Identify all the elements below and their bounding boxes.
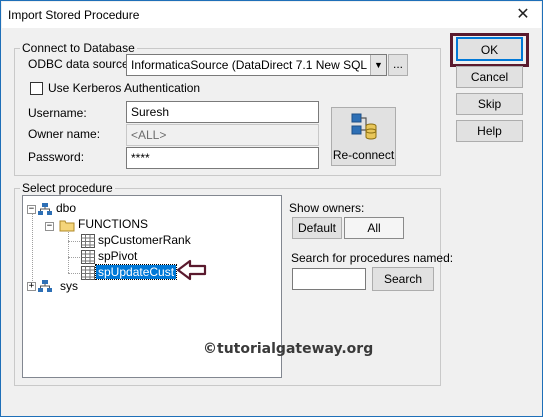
tree-node-dbo[interactable]: dbo xyxy=(56,201,76,215)
collapse-functions-icon[interactable]: − xyxy=(45,222,54,231)
schema-icon xyxy=(38,280,52,292)
all-owners-button[interactable]: All xyxy=(344,217,404,239)
odbc-selected-value: InformaticaSource (DataDirect 7.1 New SQ… xyxy=(131,58,387,72)
close-icon[interactable]: ✕ xyxy=(513,4,533,24)
ok-button[interactable]: OK xyxy=(456,37,523,61)
tree-node-procedure-selected[interactable]: spUpdateCust xyxy=(94,264,178,280)
search-procedures-input[interactable] xyxy=(292,268,366,290)
tree-line xyxy=(68,241,82,242)
search-button[interactable]: Search xyxy=(372,267,434,291)
reconnect-button[interactable]: Re-connect xyxy=(331,107,396,166)
procedure-icon xyxy=(81,266,95,280)
folder-icon xyxy=(59,220,75,232)
username-field[interactable]: Suresh xyxy=(126,101,319,123)
tree-node-functions[interactable]: FUNCTIONS xyxy=(78,217,148,231)
tree-line xyxy=(68,273,82,274)
watermark: ©tutorialgateway.org xyxy=(203,341,374,357)
reconnect-label: Re-connect xyxy=(332,148,395,162)
help-button[interactable]: Help xyxy=(456,120,523,142)
kerberos-label: Use Kerberos Authentication xyxy=(48,81,201,95)
tree-node-procedure[interactable]: spPivot xyxy=(98,249,137,263)
cancel-button[interactable]: Cancel xyxy=(456,66,523,88)
left-arrow-icon xyxy=(176,259,207,281)
connect-group-legend: Connect to Database xyxy=(22,41,135,55)
procedure-icon xyxy=(81,234,95,248)
tree-line xyxy=(68,227,69,273)
select-group-legend: Select procedure xyxy=(22,181,113,195)
tree-node-sys[interactable]: sys xyxy=(60,279,78,293)
window-title: Import Stored Procedure xyxy=(8,8,140,22)
show-owners-label: Show owners: xyxy=(289,201,365,215)
title-bar: Import Stored Procedure ✕ xyxy=(2,2,541,28)
chevron-down-icon[interactable]: ▼ xyxy=(370,55,386,75)
password-field[interactable]: **** xyxy=(126,147,319,169)
tree-line xyxy=(68,257,82,258)
tree-node-procedure[interactable]: spCustomerRank xyxy=(98,233,191,247)
odbc-data-source-select[interactable]: InformaticaSource (DataDirect 7.1 New SQ… xyxy=(126,54,387,76)
username-label: Username: xyxy=(28,106,87,120)
tree-line xyxy=(32,210,33,287)
odbc-label: ODBC data source: xyxy=(28,57,133,71)
skip-button[interactable]: Skip xyxy=(456,93,523,115)
expand-sys-icon[interactable]: + xyxy=(27,282,36,291)
owner-name-label: Owner name: xyxy=(28,127,101,141)
database-connect-icon xyxy=(351,113,377,140)
password-label: Password: xyxy=(28,150,85,164)
schema-icon xyxy=(38,203,52,215)
kerberos-checkbox[interactable] xyxy=(30,82,43,95)
import-stored-procedure-dialog: Import Stored Procedure ✕ Connect to Dat… xyxy=(0,0,543,417)
procedure-icon xyxy=(81,250,95,264)
browse-button[interactable]: ... xyxy=(388,54,408,76)
search-procedures-label: Search for procedures named: xyxy=(291,251,454,265)
owner-name-field[interactable]: <ALL> xyxy=(126,124,319,146)
default-owners-button[interactable]: Default xyxy=(292,217,342,239)
collapse-dbo-icon[interactable]: − xyxy=(27,205,36,214)
